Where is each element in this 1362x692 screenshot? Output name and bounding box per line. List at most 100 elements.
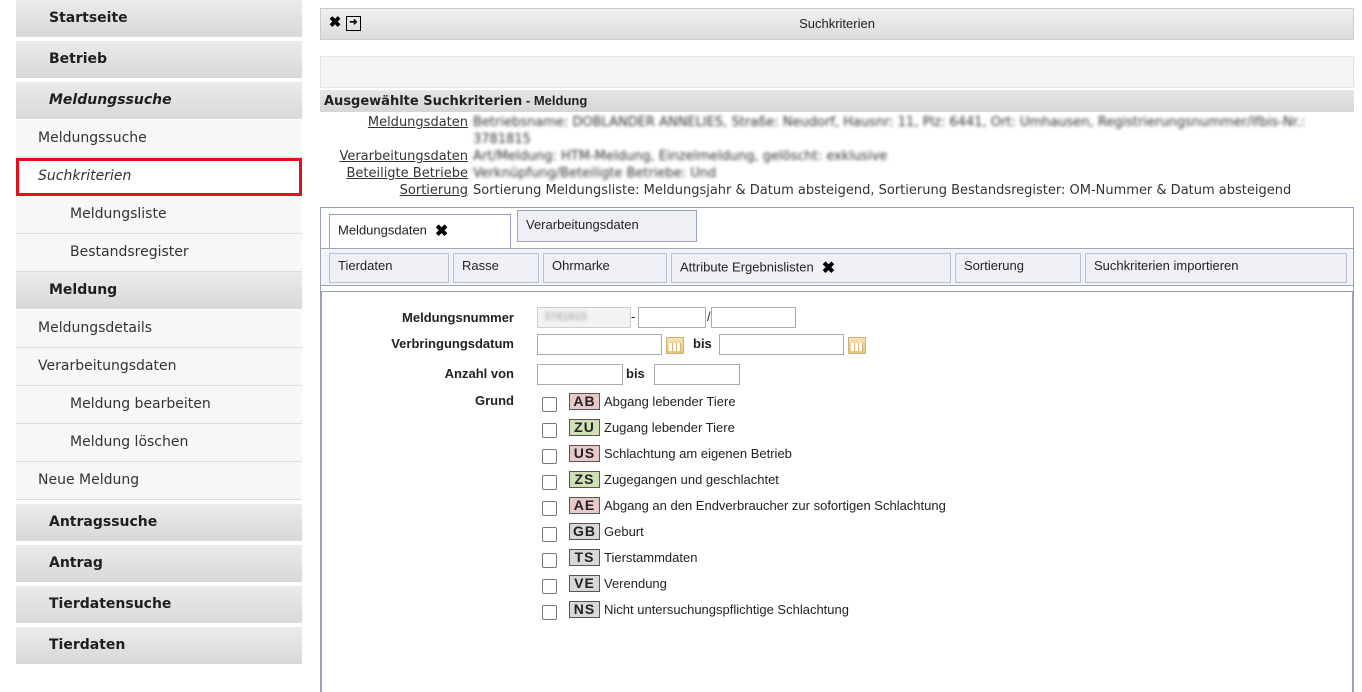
nav-meldungssuche[interactable]: Meldungssuche [16,120,302,158]
reason-checkbox[interactable] [542,578,557,594]
reason-ae: AE Abgang an den Endverbraucher zur sofor… [542,495,946,516]
criteria-value-blurred: Verknüpfung/Beteiligte Betriebe: Und [473,166,717,181]
tab-suchkriterien-importieren[interactable]: Suchkriterien importieren [1085,253,1347,283]
meldungsnummer-prefix: 3781815 [544,311,587,323]
reason-ns: NS Nicht untersuchungspflichtige Schlacht… [542,599,849,620]
tab-row-secondary: Tierdaten Rasse Ohrmarke Attribute Ergeb… [321,249,1353,286]
calendar-icon[interactable] [848,337,866,354]
reason-checkbox[interactable] [542,526,557,542]
nav-meldung-group[interactable]: Meldung [16,272,302,310]
criteria-value-sortierung: Sortierung Meldungsliste: Meldungsjahr &… [473,183,1292,198]
meldungsnummer-prefix-field: 3781815 [537,307,631,328]
criteria-link-verarbeitungsdaten[interactable]: Verarbeitungsdaten [339,149,468,164]
close-icon[interactable]: ✖ [822,258,835,278]
reason-label: Verendung [604,575,667,591]
reason-ts: TS Tierstammdaten [542,547,698,568]
nav-tierdaten[interactable]: Tierdaten [16,627,302,665]
reason-checkbox[interactable] [542,500,557,516]
grund-label: Grund [475,393,514,408]
tab-sortierung[interactable]: Sortierung [955,253,1081,283]
nav-antragssuche[interactable]: Antragssuche [16,504,302,542]
tab-label: Sortierung [964,258,1024,273]
nav-verarbeitungsdaten[interactable]: Verarbeitungsdaten [16,348,302,386]
nav-meldung-loeschen[interactable]: Meldung löschen [16,424,302,462]
criteria-link-meldungsdaten[interactable]: Meldungsdaten [368,115,468,130]
tab-tierdaten[interactable]: Tierdaten [329,253,449,283]
nav-suchkriterien[interactable]: Suchkriterien [16,158,302,196]
verbringungsdatum-from-input[interactable] [537,334,662,355]
main-panel: ✖ ➜ Suchkriterien Ausgewählte Suchkriter… [320,8,1354,692]
anzahl-from-input[interactable] [537,364,623,385]
reason-code: GB [569,522,600,540]
reason-checkbox[interactable] [542,604,557,620]
nav-tierdatensuche[interactable]: Tierdatensuche [16,586,302,624]
tab-label: Suchkriterien importieren [1094,258,1239,273]
title-bar: ✖ ➜ Suchkriterien [320,8,1354,40]
criteria-row: Sortierung Sortierung Meldungsliste: Mel… [320,182,1354,199]
reason-us: US Schlachtung am eigenen Betrieb [542,443,792,464]
selected-criteria-panel: Ausgewählte Suchkriterien - Meldung Meld… [320,90,1354,199]
criteria-tabs: Meldungsdaten ✖ Verarbeitungsdaten Tierda… [320,207,1354,692]
nav-meldungsliste[interactable]: Meldungsliste [16,196,302,234]
meldungsnummer-year-input[interactable] [711,307,796,328]
nav-meldung-bearbeiten[interactable]: Meldung bearbeiten [16,386,302,424]
tab-label: Meldungsdaten [338,222,427,238]
reason-zu: ZU Zugang lebender Tiere [542,417,735,438]
reason-checkbox[interactable] [542,396,557,412]
criteria-row: Verarbeitungsdaten Art/Meldung: HTM-Meld… [320,148,1354,165]
tab-label: Ohrmarke [552,258,610,273]
tab-attribute-ergebnislisten[interactable]: Attribute Ergebnislisten ✖ [671,253,951,283]
reason-label: Nicht untersuchungspflichtige Schlachtun… [604,601,849,617]
calendar-icon[interactable] [666,337,684,354]
verbringungsdatum-label: Verbringungsdatum [391,336,514,351]
tab-label: Rasse [462,258,499,273]
criteria-link-sortierung[interactable]: Sortierung [400,183,468,198]
criteria-row: Meldungsdaten Betriebsname: DOBLANDER AN… [320,114,1354,148]
reason-label: Zugegangen und geschlachtet [604,471,779,487]
anzahl-to-input[interactable] [654,364,740,385]
verbringungsdatum-to-input[interactable] [719,334,844,355]
anzahl-label: Anzahl von [444,366,514,381]
close-icon[interactable]: ✖ [435,221,448,241]
reason-checkbox[interactable] [542,422,557,438]
nav-meldungssuche-group[interactable]: Meldungssuche [16,82,302,120]
tab-meldungsdaten[interactable]: Meldungsdaten ✖ [329,214,511,248]
bis-label: bis [693,336,712,351]
search-form: Meldungsnummer 3781815 - / Verbringungsd… [321,291,1353,692]
meldungsnummer-number-input[interactable] [638,307,706,328]
tab-label: Attribute Ergebnislisten [680,259,814,275]
reason-label: Schlachtung am eigenen Betrieb [604,445,792,461]
nav-betrieb[interactable]: Betrieb [16,41,302,79]
tab-row-primary: Meldungsdaten ✖ Verarbeitungsdaten [321,208,1353,249]
reason-code: AE [569,496,600,514]
tab-ohrmarke[interactable]: Ohrmarke [543,253,667,283]
nav-meldungsdetails[interactable]: Meldungsdetails [16,310,302,348]
reason-gb: GB Geburt [542,521,644,542]
reason-code: VE [569,574,600,592]
tab-verarbeitungsdaten[interactable]: Verarbeitungsdaten [517,210,697,242]
reason-label: Zugang lebender Tiere [604,419,735,435]
nav-startseite[interactable]: Startseite [16,0,302,38]
criteria-value-blurred: Art/Meldung: HTM-Meldung, Einzelmeldung,… [473,149,888,164]
tab-rasse[interactable]: Rasse [453,253,539,283]
reason-label: Abgang an den Endverbraucher zur soforti… [604,497,946,513]
reason-label: Abgang lebender Tiere [604,393,736,409]
reason-checkbox[interactable] [542,474,557,490]
tab-label: Verarbeitungsdaten [526,217,639,232]
nav-neue-meldung[interactable]: Neue Meldung [16,462,302,500]
reason-ve: VE Verendung [542,573,667,594]
reason-label: Tierstammdaten [604,549,698,565]
nav-bestandsregister[interactable]: Bestandsregister [16,234,302,272]
reason-code: ZS [569,470,600,488]
reason-checkbox[interactable] [542,552,557,568]
tab-label: Tierdaten [338,258,393,273]
reason-zs: ZS Zugegangen und geschlachtet [542,469,779,490]
reason-code: NS [569,600,600,618]
criteria-link-beteiligte-betriebe[interactable]: Beteiligte Betriebe [346,166,468,181]
page-title: Suchkriterien [799,16,875,31]
bis-label: bis [626,366,645,381]
reason-checkbox[interactable] [542,448,557,464]
selected-criteria-heading: Ausgewählte Suchkriterien - Meldung [320,90,1354,112]
nav-antrag[interactable]: Antrag [16,545,302,583]
reason-code: ZU [569,418,600,436]
